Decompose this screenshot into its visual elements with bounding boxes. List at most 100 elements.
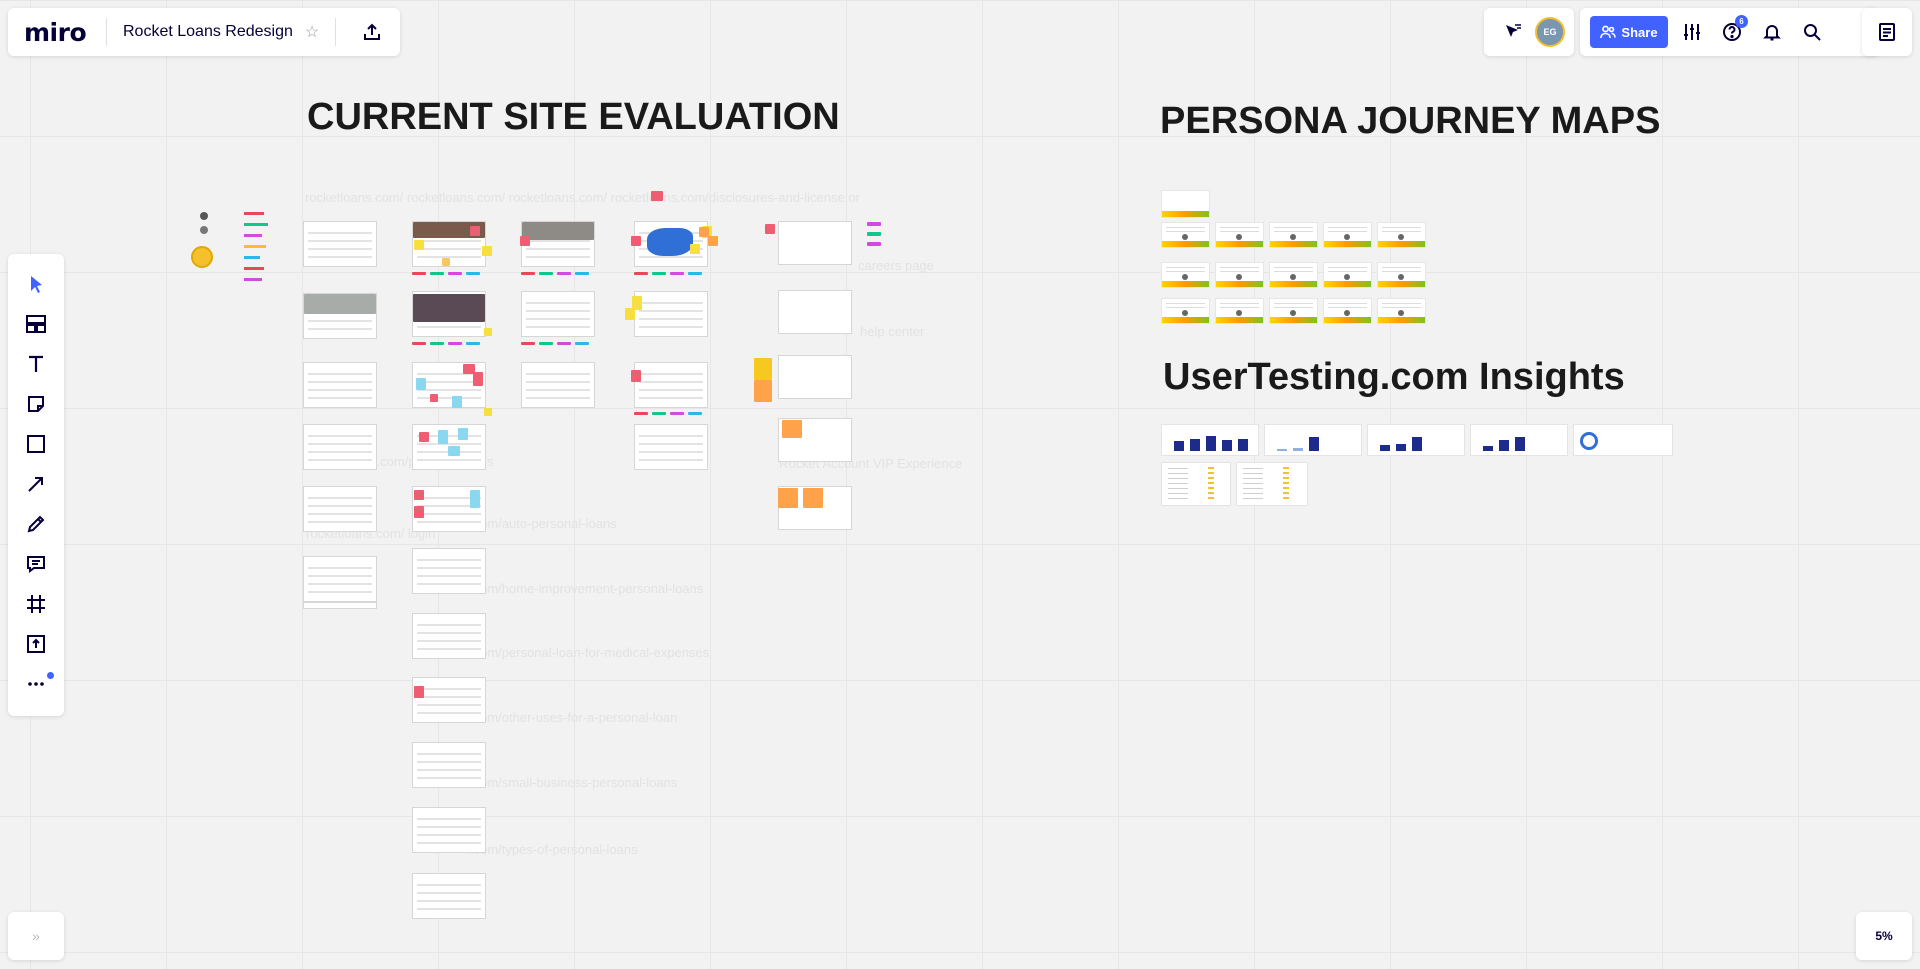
tag[interactable] (430, 272, 444, 275)
sticky-note[interactable] (690, 244, 700, 254)
site-page-frame[interactable] (412, 807, 486, 853)
connection-line-tool[interactable] (16, 464, 56, 504)
site-page-frame[interactable] (778, 221, 852, 265)
insight-card[interactable] (1161, 462, 1231, 506)
tag[interactable] (652, 412, 666, 415)
site-page-frame[interactable] (303, 486, 377, 532)
persona-map-thumbnail[interactable] (1161, 262, 1210, 288)
sticky-note[interactable] (484, 328, 492, 336)
board-title[interactable]: Rocket Loans Redesign (123, 23, 293, 41)
sticky-note[interactable] (414, 490, 424, 500)
frame-tool[interactable] (16, 584, 56, 624)
tag[interactable] (557, 272, 571, 275)
site-page-frame[interactable] (303, 556, 377, 602)
tag[interactable] (412, 342, 426, 345)
expand-panel-button[interactable]: » (8, 912, 64, 960)
sticky-note[interactable] (765, 224, 775, 234)
miro-logo[interactable]: miro (8, 18, 106, 47)
hero-image[interactable] (413, 294, 485, 322)
pen-tool[interactable] (16, 504, 56, 544)
tag[interactable] (539, 342, 553, 345)
follow-cursor-button[interactable] (1493, 12, 1533, 52)
sticky-note[interactable] (631, 236, 641, 246)
sticky-note[interactable] (867, 242, 881, 246)
site-page-frame[interactable] (778, 290, 852, 334)
sticky-note-tool[interactable] (16, 384, 56, 424)
tag[interactable] (430, 342, 444, 345)
sticky-note[interactable] (470, 226, 480, 236)
insight-card[interactable] (1236, 462, 1308, 506)
persona-map-thumbnail[interactable] (1323, 298, 1372, 324)
insight-card[interactable] (1470, 424, 1568, 456)
insight-card[interactable] (1573, 424, 1673, 456)
sticky-note[interactable] (778, 488, 798, 508)
hero-image[interactable] (304, 294, 376, 314)
sticky-note[interactable] (699, 227, 709, 237)
site-page-frame[interactable] (634, 424, 708, 470)
site-page-frame[interactable] (303, 362, 377, 408)
site-page-frame[interactable] (412, 548, 486, 594)
notes-panel[interactable] (1862, 8, 1912, 56)
site-page-frame[interactable] (412, 613, 486, 659)
persona-map-thumbnail[interactable] (1323, 262, 1372, 288)
tag[interactable] (652, 272, 666, 275)
heading-persona-journey-maps[interactable]: PERSONA JOURNEY MAPS (1160, 100, 1660, 143)
tag[interactable] (466, 342, 480, 345)
persona-map-thumbnail[interactable] (1377, 262, 1426, 288)
persona-map-thumbnail[interactable] (1161, 190, 1210, 218)
sticky-note[interactable] (651, 191, 663, 201)
sticky-note[interactable] (442, 258, 450, 266)
sticky-note[interactable] (803, 488, 823, 508)
tag[interactable] (557, 342, 571, 345)
sticky-note[interactable] (867, 222, 881, 226)
sticky-note[interactable] (520, 236, 530, 246)
sticky-note[interactable] (708, 236, 718, 246)
sticky-note[interactable] (867, 232, 881, 236)
tag[interactable] (521, 342, 535, 345)
persona-map-thumbnail[interactable] (1269, 298, 1318, 324)
export-button[interactable] (352, 12, 392, 52)
tag[interactable] (688, 412, 702, 415)
help-button[interactable]: 6 (1712, 12, 1752, 52)
tag[interactable] (634, 272, 648, 275)
persona-map-thumbnail[interactable] (1161, 298, 1210, 324)
tag[interactable] (466, 272, 480, 275)
insight-card[interactable] (1161, 424, 1259, 456)
tag[interactable] (521, 272, 535, 275)
tag[interactable] (634, 412, 648, 415)
shape-tool[interactable] (16, 424, 56, 464)
site-page-frame[interactable] (634, 291, 708, 337)
sticky-note[interactable] (458, 428, 468, 440)
sticky-note[interactable] (452, 396, 462, 408)
sticky-note[interactable] (482, 246, 492, 256)
persona-map-thumbnail[interactable] (1269, 262, 1318, 288)
heading-current-site-evaluation[interactable]: CURRENT SITE EVALUATION (307, 96, 840, 139)
tag[interactable] (575, 342, 589, 345)
avatar[interactable]: EG (1535, 17, 1565, 47)
tag[interactable] (670, 412, 684, 415)
tag[interactable] (688, 272, 702, 275)
sticky-note[interactable] (782, 420, 802, 438)
site-page-frame[interactable] (303, 221, 377, 267)
tag[interactable] (539, 272, 553, 275)
sticky-note[interactable] (414, 506, 424, 518)
site-page-frame[interactable] (412, 677, 486, 723)
zoom-level[interactable]: 5% (1856, 912, 1912, 960)
site-page-frame[interactable] (412, 873, 486, 919)
sticky-note[interactable] (414, 686, 424, 698)
comment-tool[interactable] (16, 544, 56, 584)
hero-image[interactable] (522, 222, 594, 240)
sticky-note[interactable] (754, 380, 772, 402)
persona-map-thumbnail[interactable] (1323, 222, 1372, 248)
settings-button[interactable] (1672, 12, 1712, 52)
sticky-note[interactable] (473, 372, 483, 386)
sticky-note[interactable] (754, 358, 772, 380)
text-tool[interactable] (16, 344, 56, 384)
tag[interactable] (670, 272, 684, 275)
share-button[interactable]: Share (1590, 16, 1668, 48)
select-tool[interactable] (16, 264, 56, 304)
templates-tool[interactable] (16, 304, 56, 344)
site-page-frame[interactable] (634, 362, 708, 408)
persona-map-thumbnail[interactable] (1215, 298, 1264, 324)
sticky-note[interactable] (430, 394, 438, 402)
